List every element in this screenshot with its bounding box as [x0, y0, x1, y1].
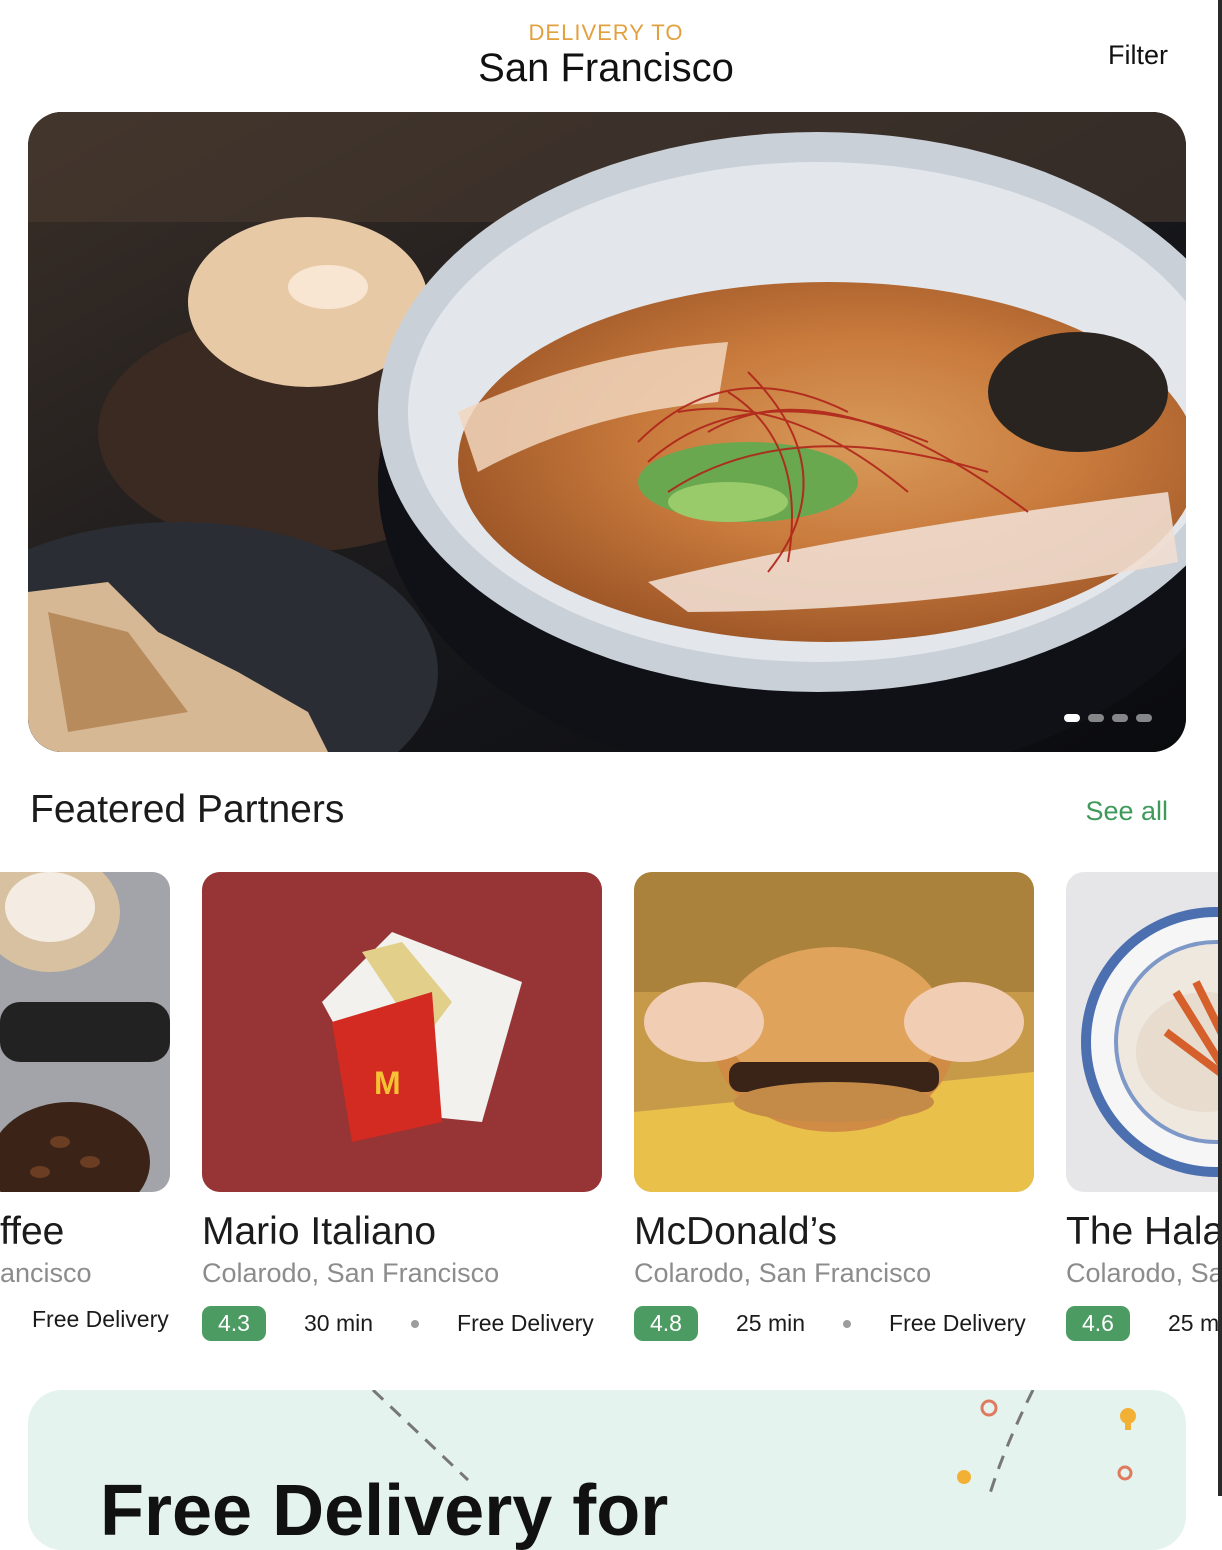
partner-location: Colarodo, San Francisco — [1066, 1258, 1218, 1288]
partner-meta: Free Delivery — [32, 1306, 169, 1333]
partner-card-mcdonalds[interactable]: McDonald’s Colarodo, San Francisco 4.8 2… — [634, 872, 1034, 1341]
dot-separator-icon — [411, 1319, 420, 1328]
partner-meta: 4.8 25 min Free Delivery — [634, 1306, 1026, 1341]
promo-banner[interactable]: Free Delivery for — [28, 1390, 1186, 1550]
partner-card-the-halal-guys[interactable]: The Halal Guys Colarodo, San Francisco 4… — [1066, 872, 1218, 1372]
promo-title: Free Delivery for — [100, 1471, 669, 1550]
partner-name: ffee — [0, 1210, 65, 1253]
svg-text:M: M — [374, 1065, 401, 1101]
partner-card-mario-italiano[interactable]: M Mario Italiano Colarodo, San Francisco… — [202, 872, 602, 1341]
section-title: Featered Partners — [30, 788, 345, 831]
rating-badge: 4.8 — [634, 1306, 698, 1341]
carousel-dot-icon[interactable] — [1136, 714, 1152, 722]
partner-name: The Halal Guys — [1066, 1210, 1218, 1253]
see-all-link[interactable]: See all — [1085, 796, 1168, 827]
carousel-dot-icon[interactable] — [1112, 714, 1128, 722]
partner-image-burger — [634, 872, 1034, 1192]
partner-delivery: Free Delivery — [457, 1310, 594, 1336]
carousel-dots[interactable] — [1064, 714, 1152, 722]
partner-meta: 4.3 30 min Free Delivery — [202, 1306, 594, 1341]
partner-delivery: Free Delivery — [889, 1310, 1026, 1336]
delivery-time: 25 min — [735, 1310, 806, 1336]
partner-delivery: Free Delivery — [32, 1306, 169, 1332]
partner-image-rice-bowl — [1066, 872, 1218, 1192]
window-edge — [1218, 0, 1222, 1496]
delivery-city[interactable]: San Francisco — [0, 46, 1212, 91]
partner-image-coffee — [0, 872, 170, 1192]
delivery-time: 25 min — [1167, 1310, 1218, 1336]
dot-separator-icon — [843, 1319, 852, 1328]
delivery-to-label: DELIVERY TO — [528, 20, 684, 45]
partner-location: ancisco — [0, 1258, 92, 1288]
partner-name: Mario Italiano — [202, 1210, 437, 1253]
hero-carousel[interactable] — [28, 112, 1186, 752]
carousel-dot-icon[interactable] — [1064, 714, 1080, 722]
rating-badge: 4.6 — [1066, 1306, 1130, 1341]
rating-badge: 4.3 — [202, 1306, 266, 1341]
hero-food-image — [28, 112, 1186, 752]
partner-location: Colarodo, San Francisco — [634, 1258, 932, 1288]
partner-meta: 4.6 25 min — [1066, 1306, 1218, 1341]
delivery-time: 30 min — [303, 1310, 374, 1336]
filter-button[interactable]: Filter — [1108, 40, 1168, 71]
partner-name: McDonald’s — [634, 1210, 838, 1253]
partner-location: Colarodo, San Francisco — [202, 1258, 500, 1288]
partner-image-fries: M — [202, 872, 602, 1192]
partner-card-clipped-left[interactable]: ffee ancisco Free Delivery — [0, 872, 172, 1372]
carousel-dot-icon[interactable] — [1088, 714, 1104, 722]
